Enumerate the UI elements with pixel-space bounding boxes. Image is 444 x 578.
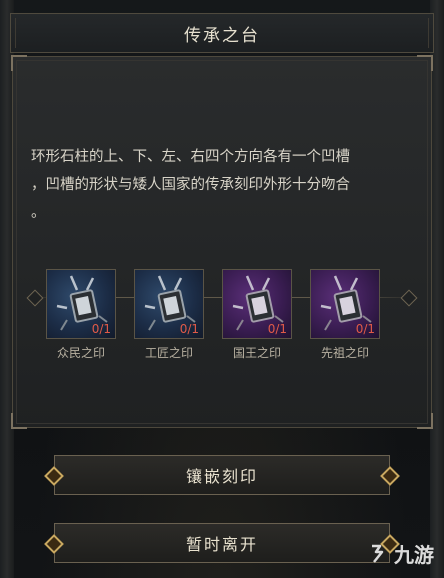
seal-icon-frame: 0/1 — [134, 269, 204, 339]
dialog-title-bar: 传承之台 — [10, 13, 434, 53]
seal-slot-craftsman[interactable]: 0/1 工匠之印 — [134, 269, 206, 361]
corner-ornament — [417, 413, 433, 429]
seal-count: 0/1 — [355, 322, 375, 336]
leave-button-label: 暂时离开 — [185, 535, 258, 554]
seal-slots: 0/1 众民之印 0/1 工匠之印 0/1 国王之印 0/1 先祖之印 — [46, 269, 386, 419]
seal-count: 0/1 — [91, 322, 111, 336]
background-pillar-right — [430, 0, 444, 578]
corner-ornament — [11, 55, 27, 71]
dialog-description: 环形石柱的上、下、左、右四个方向各有一个凹槽 ，凹槽的形状与矮人国家的传承刻印外… — [31, 149, 350, 221]
seal-icon-frame: 0/1 — [222, 269, 292, 339]
watermark-text: 九游 — [394, 543, 434, 567]
corner-ornament — [417, 55, 433, 71]
jiuyou-logo-icon — [372, 544, 384, 563]
inlay-seal-button-label: 镶嵌刻印 — [185, 467, 258, 486]
watermark: 九游 — [368, 539, 434, 568]
seal-count: 0/1 — [179, 322, 199, 336]
seal-label: 工匠之印 — [144, 346, 193, 360]
seal-icon-frame: 0/1 — [46, 269, 116, 339]
dialog-title: 传承之台 — [184, 25, 260, 46]
leave-button[interactable]: 暂时离开 — [54, 523, 390, 563]
seal-label: 先祖之印 — [320, 346, 369, 360]
seal-slot-commoners[interactable]: 0/1 众民之印 — [46, 269, 118, 361]
seal-label: 众民之印 — [56, 346, 105, 360]
corner-ornament — [11, 413, 27, 429]
inlay-seal-button[interactable]: 镶嵌刻印 — [54, 455, 390, 495]
seal-slot-ancestor[interactable]: 0/1 先祖之印 — [310, 269, 382, 361]
seal-label: 国王之印 — [232, 346, 281, 360]
seal-count: 0/1 — [267, 322, 287, 336]
seal-slot-king[interactable]: 0/1 国王之印 — [222, 269, 294, 361]
seal-icon-frame: 0/1 — [310, 269, 380, 339]
